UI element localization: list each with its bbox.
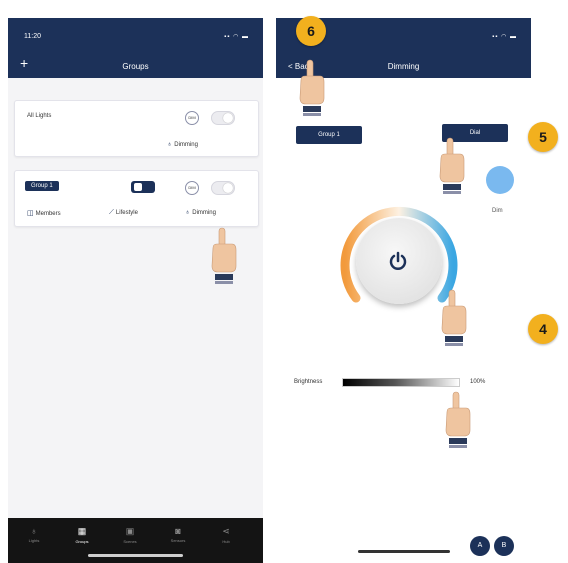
tab-hub[interactable]: ⋖ Hub [206, 526, 246, 544]
mode-a-button[interactable]: A [470, 536, 490, 556]
brightness-slider[interactable] [342, 378, 460, 387]
members-icon: ◫ [27, 210, 34, 217]
pointing-hand-icon [439, 137, 465, 194]
color-swatch[interactable] [486, 166, 514, 194]
group-name-badge[interactable]: Group 1 [25, 181, 59, 191]
page-title: Groups [122, 62, 149, 71]
tab-lights[interactable]: ♁ Lights [14, 526, 54, 543]
wrench-icon: ⟋ [109, 209, 114, 216]
lifestyle-link[interactable]: ⟋ Lifestyle [109, 209, 138, 217]
brightness-label: Brightness [294, 379, 323, 385]
color-label: Dim [492, 208, 503, 214]
sensors-icon: ◙ [175, 526, 181, 536]
tab-scenes[interactable]: ▣ Scenes [110, 526, 150, 544]
dimming-link[interactable]: ♁ Dimming [167, 141, 198, 148]
tab-groups[interactable]: ▦ Groups [62, 526, 102, 544]
pointing-hand-icon [299, 59, 325, 116]
all-lights-card[interactable]: All Lights DIM ♁ Dimming [14, 100, 259, 157]
all-lights-toggle[interactable] [211, 111, 235, 125]
pointing-hand-icon [445, 391, 471, 448]
groups-icon: ▦ [77, 526, 87, 536]
dim-mode-icon[interactable]: DIM [185, 111, 199, 125]
groups-header: 11:20 ▪▪ ◠ ▬ + Groups [8, 18, 263, 78]
scenes-icon: ▣ [125, 526, 135, 536]
mode-b-button[interactable]: B [494, 536, 514, 556]
group-switch-icon[interactable] [131, 181, 155, 193]
bulb-icon: ♁ [185, 209, 191, 216]
status-time: 11:20 [24, 33, 41, 40]
status-icons: ▪▪ ◠ ▬ [224, 34, 249, 40]
home-indicator [358, 550, 450, 553]
group-select-button[interactable]: Group 1 [296, 126, 362, 144]
all-lights-label: All Lights [27, 113, 52, 119]
step-4-badge: 4 [528, 314, 558, 344]
dim-mode-icon[interactable]: DIM [185, 181, 199, 195]
status-icons: ▪▪ ◠ ▬ [492, 34, 517, 40]
power-icon[interactable] [388, 251, 408, 271]
home-indicator [88, 554, 183, 557]
step-6-badge: 6 [296, 16, 326, 46]
group-card[interactable]: Group 1 DIM ◫ Members ⟋ Lifestyle ♁ Dimming [14, 170, 259, 227]
share-icon: ⋖ [222, 526, 230, 536]
members-link[interactable]: ◫ Members [27, 209, 61, 217]
tab-bar: ♁ Lights ▦ Groups ▣ Scenes ◙ Sensors ⋖ Hub [8, 518, 263, 563]
bulb-icon: ♁ [167, 141, 173, 148]
step-5-badge: 5 [528, 122, 558, 152]
pointing-hand-icon [211, 227, 237, 284]
brightness-value: 100% [470, 379, 486, 385]
dimming-screen: ▪▪ ◠ ▬ < Back Dimming Group 1 Dial Dim B… [276, 18, 531, 563]
dimming-link[interactable]: ♁ Dimming [185, 209, 216, 216]
bulb-icon: ♁ [30, 526, 38, 536]
pointing-hand-icon [441, 289, 467, 346]
tab-sensors[interactable]: ◙ Sensors [158, 526, 198, 543]
groups-screen: 11:20 ▪▪ ◠ ▬ + Groups All Lights DIM ♁ Di… [8, 18, 263, 563]
group-toggle[interactable] [211, 181, 235, 195]
